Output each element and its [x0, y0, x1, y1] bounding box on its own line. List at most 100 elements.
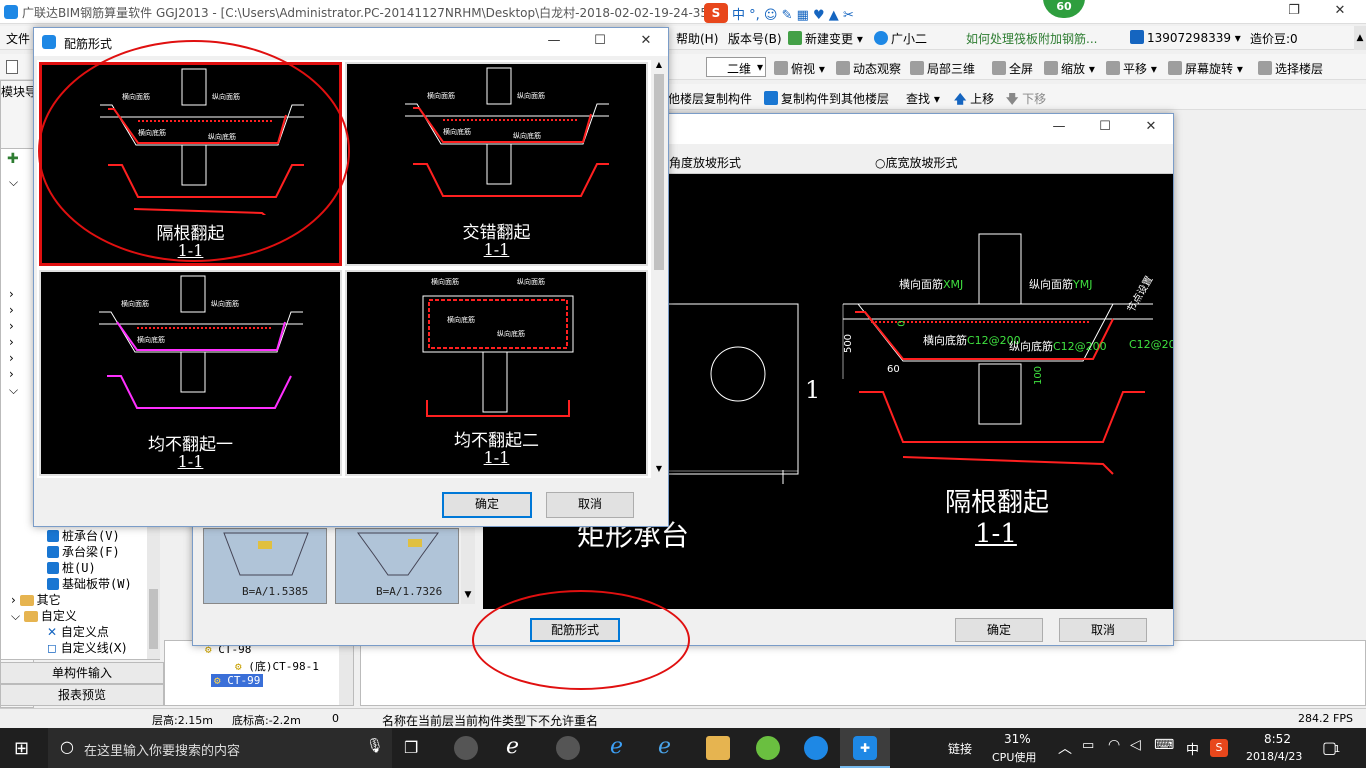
- internet-explorer-icon[interactable]: ℯ: [658, 734, 671, 759]
- tree-item-cap-beam[interactable]: 承台梁(F): [47, 543, 120, 560]
- tree-expander[interactable]: ⌵: [9, 175, 18, 190]
- tree-expander[interactable]: ⌵: [9, 383, 18, 398]
- tree-item-custom-line[interactable]: ◻ 自定义线(X): [47, 639, 126, 656]
- full-screen-button[interactable]: 全屏: [992, 60, 1033, 77]
- dynamic-view-button[interactable]: 动态观察: [836, 60, 901, 77]
- dim-500: 500: [843, 333, 855, 354]
- sogou-icon[interactable]: S: [704, 3, 728, 23]
- copy-from-floor-button[interactable]: 其他楼层复制构件: [656, 90, 752, 107]
- ie-icon[interactable]: ℯ: [506, 734, 519, 759]
- thumb-scrollbar[interactable]: ▼: [461, 528, 475, 604]
- copy-to-floor-button[interactable]: 复制构件到其他楼层: [764, 90, 889, 107]
- microphone-icon[interactable]: 🎙: [366, 738, 384, 754]
- ime-toolbar[interactable]: 中 °, ☺ ✎ ▦ ♥ ▲ ✂: [732, 4, 854, 23]
- menu-version[interactable]: 版本号(B): [728, 30, 782, 47]
- list-item[interactable]: ⚙ (底)CT-98-1: [235, 658, 319, 674]
- task-view-icon[interactable]: ❐: [404, 738, 418, 757]
- fan-app-icon[interactable]: [454, 736, 478, 760]
- single-input-button[interactable]: 单构件输入: [0, 662, 164, 684]
- move-up-button[interactable]: 🡅 上移: [954, 90, 994, 111]
- radio-angle-label[interactable]: 角度放坡形式: [669, 154, 741, 171]
- tree-expander[interactable]: ›: [9, 367, 14, 381]
- option-3-section: 1-1: [177, 452, 204, 471]
- cancel-button[interactable]: 取消: [1059, 618, 1147, 642]
- tree-expander[interactable]: ›: [9, 335, 14, 349]
- ok-button[interactable]: 确定: [955, 618, 1043, 642]
- volume-icon[interactable]: ◁: [1130, 737, 1141, 753]
- tree-expander[interactable]: ›: [9, 303, 14, 317]
- link-label[interactable]: 链接: [948, 740, 972, 757]
- thumbnail-1[interactable]: B=A/1.5385: [203, 528, 327, 604]
- option-staggered-bent[interactable]: 横向面筋 纵向面筋 横向底筋 纵向底筋 交错翻起 1-1: [345, 62, 648, 266]
- move-down-button[interactable]: 🡇 下移: [1006, 90, 1046, 111]
- file-explorer-icon[interactable]: [706, 736, 730, 760]
- thumbnail-2[interactable]: B=A/1.7326: [335, 528, 459, 604]
- green-app-icon[interactable]: [756, 736, 780, 760]
- windows-start-icon[interactable]: ⊞: [14, 738, 29, 759]
- keyboard-icon[interactable]: ⌨: [1154, 737, 1174, 753]
- find-button[interactable]: 查找 ▾: [906, 90, 940, 107]
- list-item-selected[interactable]: ⚙ CT-99: [211, 674, 264, 687]
- close-button[interactable]: ✕: [624, 30, 668, 54]
- edge-icon[interactable]: ℯ: [610, 734, 623, 759]
- tree-expander[interactable]: ›: [9, 319, 14, 333]
- app-icon[interactable]: [556, 736, 580, 760]
- report-preview-button[interactable]: 报表预览: [0, 684, 164, 706]
- options-scrollbar[interactable]: ▲ ▼: [652, 60, 666, 478]
- clock-time[interactable]: 8:52: [1264, 732, 1291, 746]
- view-mode-select[interactable]: 二维 ▾: [706, 57, 766, 77]
- taskbar: ⊞ ○ 在这里输入你要搜索的内容 🎙 ❐ ℯ ℯ ℯ ✚ 链接 31% CPU使…: [0, 728, 1366, 768]
- tree-folder-other[interactable]: › 其它: [11, 591, 61, 608]
- battery-icon[interactable]: ▭: [1082, 738, 1094, 753]
- rotate-button[interactable]: 屏幕旋转 ▾: [1168, 60, 1243, 77]
- minimize-button[interactable]: —: [1037, 116, 1081, 140]
- label-bot-h: 横向底筋C12@200: [923, 334, 1021, 347]
- scroll-arrow-icon[interactable]: ▲: [1354, 26, 1366, 50]
- status-zero: 0: [332, 712, 339, 725]
- tree-item-pile-cap[interactable]: 桩承台(V): [47, 527, 120, 544]
- active-app-button[interactable]: ✚: [840, 728, 890, 768]
- wifi-icon[interactable]: ◠: [1108, 737, 1120, 753]
- menu-help[interactable]: 帮助(H): [676, 30, 718, 47]
- top-view-button[interactable]: 俯视 ▾: [774, 60, 825, 77]
- list-scrollbar[interactable]: [339, 641, 353, 705]
- tree-item-pile[interactable]: 桩(U): [47, 559, 96, 576]
- new-file-icon[interactable]: [6, 60, 18, 74]
- assistant-button[interactable]: 广小二: [874, 30, 927, 47]
- restore-button[interactable]: ❐: [1272, 0, 1316, 24]
- expand-icon[interactable]: ✚: [7, 151, 19, 167]
- glodon-icon[interactable]: [804, 736, 828, 760]
- price-bean[interactable]: 造价豆:0: [1250, 30, 1298, 47]
- new-change-button[interactable]: 新建变更 ▾: [788, 30, 863, 47]
- minimize-button[interactable]: —: [532, 30, 576, 54]
- tray-chevron-icon[interactable]: ︿: [1058, 738, 1072, 758]
- tree-item-custom-point[interactable]: ✕ 自定义点: [47, 623, 109, 640]
- top-view-icon: [774, 61, 788, 75]
- radio-width[interactable]: ○底宽放坡形式: [875, 154, 958, 171]
- tree-expander[interactable]: ›: [9, 351, 14, 365]
- zoom-button[interactable]: 缩放 ▾: [1044, 60, 1095, 77]
- menu-file[interactable]: 文件: [6, 30, 30, 47]
- user-account[interactable]: 13907298339 ▾: [1130, 30, 1241, 45]
- close-button[interactable]: ✕: [1129, 116, 1173, 140]
- question-link[interactable]: 如何处理筏板附加钢筋...: [966, 30, 1097, 47]
- strip-icon: [47, 578, 59, 590]
- tree-expander[interactable]: ›: [9, 287, 14, 301]
- option-no-bent-2[interactable]: 横向面筋 纵向面筋 横向底筋 纵向底筋 均不翻起二 1-1: [345, 270, 648, 476]
- maximize-button[interactable]: ☐: [578, 30, 622, 54]
- local-3d-button[interactable]: 局部三维: [910, 60, 975, 77]
- close-button[interactable]: ✕: [1318, 0, 1362, 24]
- notification-center[interactable]: ▢ 1: [1322, 736, 1346, 760]
- ok-button[interactable]: 确定: [442, 492, 532, 518]
- ime-indicator[interactable]: 中: [1186, 739, 1199, 758]
- clock-date[interactable]: 2018/4/23: [1246, 750, 1302, 763]
- pan-button[interactable]: 平移 ▾: [1106, 60, 1157, 77]
- cancel-button[interactable]: 取消: [546, 492, 634, 518]
- option-no-bent-1[interactable]: 横向面筋 纵向面筋 横向底筋 均不翻起一 1-1: [39, 270, 342, 476]
- maximize-button[interactable]: ☐: [1083, 116, 1127, 140]
- sogou-tray-icon[interactable]: S: [1210, 739, 1228, 757]
- tree-folder-custom[interactable]: ⌵ 自定义: [11, 607, 77, 624]
- select-floor-button[interactable]: 选择楼层: [1258, 60, 1323, 77]
- tree-item-strip[interactable]: 基础板带(W): [47, 575, 132, 592]
- search-box[interactable]: ○ 在这里输入你要搜索的内容 🎙: [48, 728, 392, 768]
